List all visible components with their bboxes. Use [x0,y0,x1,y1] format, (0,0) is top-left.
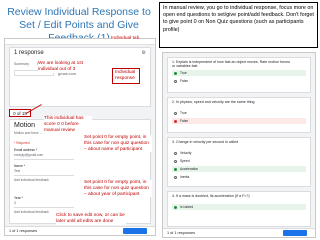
answer-option: Acceleration [172,166,306,172]
name-question-label: Name * [14,164,25,168]
option-label: Velocity [180,151,192,155]
divider [14,159,74,160]
option-label: Speed [180,159,190,163]
right-footer: 1 of 1 responses [163,228,315,237]
divider [14,207,74,208]
left-footer: 1 of 1 responses [5,226,155,235]
footer-text: 1 of 1 responses [9,229,38,233]
year-feedback-link[interactable]: Add individual feedback [14,210,49,214]
question-card: 3. Change in velocity per second is call… [167,137,311,187]
radio-icon [174,167,177,171]
year-question-label: Year * [14,196,23,200]
question-text: 1. Explain is independent of how fast an… [172,60,290,69]
radio-icon [174,79,177,83]
option-label: Acceleration [180,167,199,171]
year-answer: 3 [14,201,16,205]
option-label: False [180,119,189,123]
answer-option: False [172,118,306,124]
radio-icon [174,159,177,163]
question-card: 4. If a mass is doubled, its acceleratio… [167,191,311,227]
question-text: 4. If a mass is doubled, its acceleratio… [172,194,250,198]
answer-option: Is halved [172,204,306,210]
answer-option: Inertia [172,174,306,180]
required-note: * Required [14,141,30,145]
name-feedback-link[interactable]: Add individual feedback [14,178,49,182]
radio-icon [174,205,177,209]
callout-individual-tab: Individual tab [111,36,140,42]
callout-score: This individual has score 0 0 before man… [44,116,92,134]
response-count: 1 response [14,50,44,56]
instruction-note: In manual review, you go to individual r… [159,2,318,48]
form-title: Motion [14,122,36,129]
answer-option: False [172,78,306,84]
radio-icon [174,71,177,75]
option-label: Inertia [180,175,190,179]
callout-save-now: Click to save edit now, or can be later … [56,213,126,225]
divider [14,175,74,176]
option-label: True [180,111,187,115]
callout-year-point: Set point 0 for empty point, in this cas… [84,180,152,198]
radio-icon [174,151,177,155]
question-card: 2. In physics, speed and velocity are th… [167,97,311,133]
answer-option: True [172,110,306,116]
tab-summary[interactable]: Summary [14,62,29,66]
save-button[interactable] [283,230,307,236]
option-label: True [180,71,187,75]
radio-icon [174,175,177,179]
answer-option: True [172,70,306,76]
question-card: 1. Explain is independent of how fast an… [167,57,311,93]
callout-looking-at: We are looking at 1st individual out of … [38,61,84,73]
radio-icon [174,111,177,115]
email-question-label: Email address * [14,148,38,152]
callout-individual-response: Individual response [112,68,140,84]
callout-name-point: Set point 0 for empty point, in this cas… [84,135,152,153]
question-text: 2. In physics, speed and velocity are th… [172,100,255,104]
answer-option: Velocity [172,150,306,156]
email-answer: noreply@gmail.com [14,153,44,157]
right-screenshot: 1. Explain is independent of how fast an… [162,52,316,238]
gear-icon[interactable]: ⚙ [142,50,146,56]
save-button[interactable] [123,228,147,234]
answer-option: Speed [172,158,306,164]
name-answer: Test [14,169,21,173]
option-label: Is halved [180,205,194,209]
radio-icon [174,119,177,123]
option-label: False [180,79,189,83]
footer-text: 1 of 1 responses [167,231,196,235]
question-text: 3. Change in velocity per second is call… [172,140,239,144]
